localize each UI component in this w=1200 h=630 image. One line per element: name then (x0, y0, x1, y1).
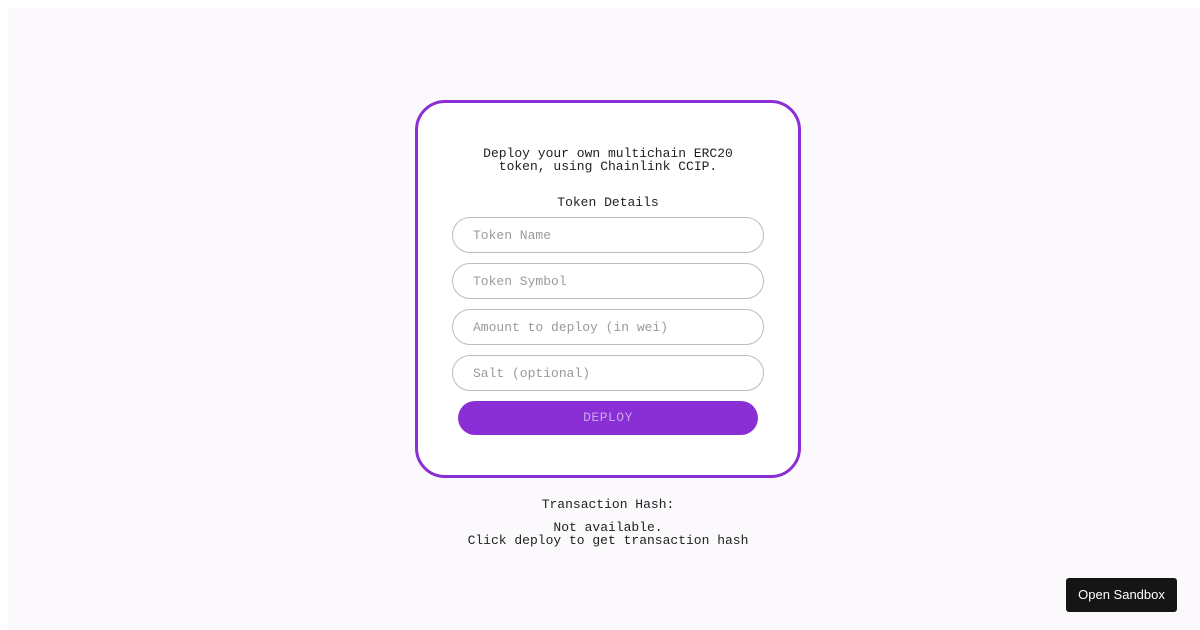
amount-input[interactable] (452, 309, 764, 345)
page-background: Deploy your own multichain ERC20 token, … (8, 8, 1200, 630)
open-sandbox-button[interactable]: Open Sandbox (1066, 578, 1177, 612)
transaction-status-line-2: Click deploy to get transaction hash (467, 533, 749, 548)
intro-text: Deploy your own multichain ERC20 token, … (418, 147, 798, 173)
token-symbol-input[interactable] (452, 263, 764, 299)
deploy-button[interactable]: DEPLOY (458, 401, 758, 435)
section-title: Token Details (557, 195, 659, 210)
token-name-input[interactable] (452, 217, 764, 253)
deploy-card: Deploy your own multichain ERC20 token, … (415, 100, 801, 478)
intro-line-2: token, using Chainlink CCIP. (498, 159, 718, 174)
transaction-hash-value: Not available. Click deploy to get trans… (8, 521, 1200, 547)
transaction-hash-label: Transaction Hash: (541, 497, 675, 512)
salt-input[interactable] (452, 355, 764, 391)
